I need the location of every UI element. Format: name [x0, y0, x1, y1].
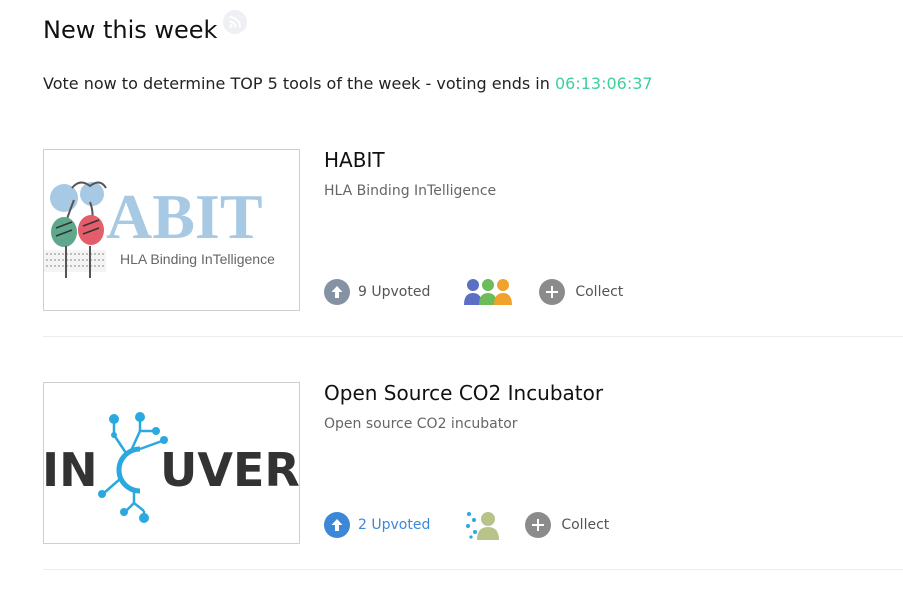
- tool-card-incuvers: IN UVER Open Source CO2 Incubator Open s…: [43, 381, 903, 544]
- upvote-arrow-icon: [324, 512, 350, 538]
- voting-countdown: 06:13:06:37: [554, 74, 653, 93]
- upvote-label: 2 Upvoted: [358, 517, 431, 533]
- tool-name[interactable]: HABIT: [324, 148, 385, 172]
- habit-logo-text: ABIT: [106, 181, 263, 252]
- upvote-button[interactable]: 9 Upvoted: [324, 279, 430, 305]
- voting-notice: Vote now to determine TOP 5 tools of the…: [43, 74, 653, 93]
- upvoter-avatars-icon: [464, 279, 513, 305]
- tool-thumbnail[interactable]: ABIT HLA Binding InTelligence: [43, 149, 300, 311]
- upvoter-avatars-icon: [466, 512, 500, 540]
- incuvers-logo-text-left: IN: [44, 443, 98, 497]
- plus-icon: [525, 512, 552, 538]
- tool-card-habit: ABIT HLA Binding InTelligence HABIT HLA …: [43, 148, 903, 311]
- habit-logo-subtitle: HLA Binding InTelligence: [120, 251, 275, 267]
- upvoter-avatars[interactable]: [463, 277, 515, 307]
- rss-icon[interactable]: [223, 10, 248, 34]
- upvote-arrow-icon: [324, 279, 350, 305]
- section-title: New this week: [43, 16, 218, 44]
- habit-logo: ABIT HLA Binding InTelligence: [44, 181, 275, 278]
- upvoter-avatars[interactable]: [463, 510, 501, 540]
- tool-thumbnail[interactable]: IN UVER: [43, 382, 300, 544]
- tool-description: HLA Binding InTelligence: [324, 183, 497, 199]
- upvote-button[interactable]: 2 Upvoted: [324, 512, 430, 538]
- collect-button[interactable]: Collect: [525, 512, 609, 538]
- incuvers-logo-text-right: UVERS: [160, 443, 299, 497]
- incuvers-logo: IN UVER: [44, 412, 299, 523]
- section-header: New this week: [43, 10, 248, 44]
- tool-name[interactable]: Open Source CO2 Incubator: [324, 381, 603, 405]
- divider: [43, 569, 903, 570]
- tool-description: Open source CO2 incubator: [324, 416, 518, 432]
- collect-button[interactable]: Collect: [539, 279, 623, 305]
- tool-actions: 2 Upvoted Collect: [324, 510, 609, 540]
- plus-icon: [539, 279, 566, 305]
- upvote-label: 9 Upvoted: [358, 284, 431, 300]
- collect-label: Collect: [561, 517, 610, 533]
- divider: [43, 336, 903, 337]
- tool-actions: 9 Upvoted Collect: [324, 277, 623, 307]
- collect-label: Collect: [575, 284, 624, 300]
- voting-notice-text: Vote now to determine TOP 5 tools of the…: [43, 74, 555, 93]
